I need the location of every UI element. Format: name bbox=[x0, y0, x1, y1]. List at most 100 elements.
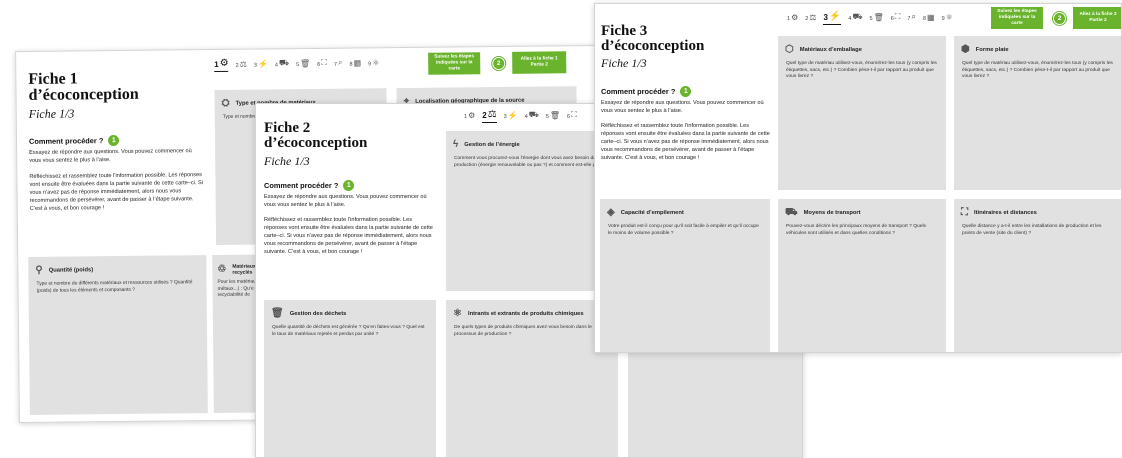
gear-icon: ⚙ bbox=[468, 111, 476, 120]
sheet1-card-quantity: ⚲ Quantité (poids) Type et nombre de diff… bbox=[28, 255, 208, 415]
sheet2-instructions-paragraph: Réfléchissez et rassemblez toute l’infor… bbox=[264, 217, 433, 255]
weight-icon: ⚖ bbox=[487, 109, 497, 120]
sheet3-green-step-number: 2 bbox=[1053, 12, 1066, 25]
card-question: Quelle quantité de déchets est générée ?… bbox=[272, 325, 425, 337]
sheet1-step-1[interactable]: 1 ⚙ bbox=[214, 58, 229, 69]
recycle-icon: ♲ bbox=[217, 263, 227, 275]
truck-icon: ⛟ bbox=[785, 207, 798, 218]
sheet3-card-flat-shape: ⬢ Forme plate Quel type de matériau utili… bbox=[954, 36, 1121, 190]
eco-sheet-3: Fiche 3 d’écoconception Fiche 1/3 Commen… bbox=[594, 3, 1122, 353]
grid-icon: ▦ bbox=[927, 13, 935, 22]
sheet2-step-5[interactable]: 5 🗑 bbox=[546, 111, 560, 120]
card-title: Itinéraires et distances bbox=[974, 210, 1037, 216]
sheet1-step-2[interactable]: 2 ⚖ bbox=[236, 60, 247, 69]
sheet2-step-4[interactable]: 4 ⛟ bbox=[525, 110, 539, 120]
sheet2-intro-paragraph: Essayez de répondre aux questions. Vous … bbox=[264, 194, 427, 208]
energy-icon: ⚡ bbox=[507, 111, 518, 120]
gear-icon: ⚙ bbox=[219, 57, 229, 69]
sheet3-card-routes: ⛶ Itinéraires et distances Quelle distanc… bbox=[954, 199, 1121, 352]
bin-icon: 🗑 bbox=[271, 308, 284, 319]
route-icon: ⛶ bbox=[961, 207, 968, 218]
card-title: Gestion des déchets bbox=[289, 311, 347, 317]
sheet2-howto: Comment procéder ? 1 bbox=[264, 180, 355, 191]
sheet3-howto-label: Comment procéder ? bbox=[601, 87, 676, 96]
card-question: Votre produit est-il conçu pour qu’il so… bbox=[608, 224, 759, 236]
bin-icon: 🗑 bbox=[549, 111, 561, 120]
sheet3-card-stacking: ◈ Capacité d’empilement Votre produit est… bbox=[600, 199, 770, 352]
sheet3-next-part-button[interactable]: Allez à la fiche 3 Partie 2 bbox=[1073, 7, 1121, 29]
card-question: Quel type de matériau utilisez-vous, énu… bbox=[786, 61, 937, 80]
route-icon: ⛶ bbox=[571, 110, 577, 119]
feather-icon: ⚲ bbox=[35, 264, 43, 276]
sheet3-follow-steps-box: Suivez les étapes indiquées sur la carte bbox=[991, 7, 1043, 29]
sheet2-howto-label: Comment procéder ? bbox=[264, 181, 339, 190]
sheet3-step-5[interactable]: 5 🗑 bbox=[870, 13, 884, 22]
grid-icon: ▦ bbox=[353, 58, 362, 68]
sheet1-step-9[interactable]: 9 ⚛ bbox=[368, 58, 379, 67]
card-question: Type et nombre de différents matériaux e… bbox=[36, 280, 193, 294]
sheet2-step-6[interactable]: 6 ⛶ bbox=[567, 110, 577, 120]
cube-icon: ⛭ bbox=[221, 97, 230, 109]
sheet3-card-transport: ⛟ Moyens de transport Pouvez-vous décrire… bbox=[778, 199, 946, 352]
sheet3-step-2[interactable]: 2 ⚖ bbox=[805, 13, 816, 22]
sheet1-howto-label: Comment procéder ? bbox=[28, 136, 104, 146]
sheet1-step-7[interactable]: 7 ⌕ bbox=[334, 58, 343, 68]
card-title: Gestion de l’énergie bbox=[464, 142, 520, 148]
sheet1-step-navigation: 1 ⚙ 2 ⚖ 3 ⚡ 4 ⛟ 5 🗑 6 ⛶ 7 ⌕ 8 ▦ 9 ⚛ bbox=[214, 56, 379, 69]
sheet3-instructions-paragraph: Réfléchissez et rassemblez toute l’infor… bbox=[601, 123, 770, 161]
sheet1-step-4[interactable]: 4 ⛟ bbox=[275, 58, 289, 68]
chemical-icon: ⚛ bbox=[453, 308, 462, 319]
sheet2-step-2[interactable]: 2 ⚖ bbox=[482, 109, 498, 123]
sheet3-step-1[interactable]: 1 ⚙ bbox=[787, 13, 798, 22]
route-icon: ⛶ bbox=[894, 12, 901, 21]
sheet1-step-5[interactable]: 5 🗑 bbox=[296, 59, 310, 68]
sheet1-instructions-paragraph: Réfléchissez et rassemblez toute l’infor… bbox=[29, 172, 204, 212]
truck-icon: ⛟ bbox=[278, 58, 290, 68]
sheet1-howto-number: 1 bbox=[108, 134, 120, 147]
sheet3-step-navigation: 1 ⚙ 2 ⚖ 3 ⚡ 4 ⛟ 5 🗑 6 ⛶ 7 ⌕ 8 ▦ 9 ⚛ bbox=[787, 11, 953, 25]
card-question: Quel type de matériau utilisez-vous, énu… bbox=[962, 61, 1113, 80]
truck-icon: ⛟ bbox=[852, 12, 863, 21]
card-question: De quels types de produits chimiques ave… bbox=[454, 325, 592, 337]
search-icon: ⌕ bbox=[337, 57, 343, 67]
sheet2-title-line2: d’écoconception bbox=[264, 135, 368, 151]
sheet3-step-6[interactable]: 6 ⛶ bbox=[891, 12, 901, 22]
sheet1-step-8[interactable]: 8 ▦ bbox=[349, 58, 361, 67]
card-title: Matériaux d’emballage bbox=[799, 47, 862, 53]
card-question: Pouvez-vous décrire les principaux moyen… bbox=[786, 224, 926, 236]
sheet3-step-9[interactable]: 9 ⚛ bbox=[942, 13, 953, 22]
weight-icon: ⚖ bbox=[239, 59, 247, 69]
card-question: Quelle distance y a-t-il entre les insta… bbox=[962, 224, 1102, 236]
bin-icon: 🗑 bbox=[873, 13, 884, 22]
gear-icon: ⚙ bbox=[791, 13, 799, 22]
stack-icon: ◈ bbox=[607, 207, 615, 218]
sheet3-subtitle: Fiche 1/3 bbox=[601, 56, 647, 70]
sheet3-title: Fiche 3 d’écoconception bbox=[601, 24, 704, 54]
sheet3-title-line1: Fiche 3 bbox=[601, 23, 648, 39]
sheet1-subtitle: Fiche 1/3 bbox=[28, 106, 75, 121]
box-icon: ⬡ bbox=[785, 44, 794, 55]
energy-icon: ⚡ bbox=[828, 11, 842, 22]
sheet1-next-part-button[interactable]: Allez à la fiche 1 Partie 2 bbox=[512, 51, 567, 74]
sheet2-step-3[interactable]: 3 ⚡ bbox=[504, 111, 518, 120]
sheet1-follow-steps-box: Suivez les étapes indiquées sur la carte bbox=[428, 52, 481, 75]
sheet3-step-4[interactable]: 4 ⛟ bbox=[848, 12, 862, 22]
route-icon: ⛶ bbox=[321, 57, 327, 67]
sheet1-title-line2: d’écoconception bbox=[28, 85, 139, 104]
sheet2-title: Fiche 2 d’écoconception bbox=[264, 121, 367, 151]
chemical-icon: ⚛ bbox=[372, 58, 380, 68]
sheet2-howto-number: 1 bbox=[343, 180, 355, 191]
sheet3-intro-paragraph: Essayez de répondre aux questions. Vous … bbox=[601, 100, 764, 114]
search-icon: ⌕ bbox=[911, 12, 916, 21]
sheet3-step-3[interactable]: 3 ⚡ bbox=[823, 11, 842, 25]
card-title: Moyens de transport bbox=[803, 210, 861, 216]
sheet3-howto-number: 1 bbox=[680, 86, 692, 97]
sheet1-green-step-number: 2 bbox=[492, 56, 506, 71]
lightning-icon: ϟ bbox=[453, 139, 459, 150]
sheet3-step-7[interactable]: 7 ⌕ bbox=[907, 12, 916, 22]
card-title: Capacité d’empilement bbox=[620, 210, 684, 216]
sheet3-step-8[interactable]: 8 ▦ bbox=[923, 13, 935, 22]
sheet1-step-6[interactable]: 6 ⛶ bbox=[317, 58, 327, 68]
sheet1-step-3[interactable]: 3 ⚡ bbox=[254, 59, 268, 68]
sheet2-step-1[interactable]: 1 ⚙ bbox=[464, 111, 475, 120]
